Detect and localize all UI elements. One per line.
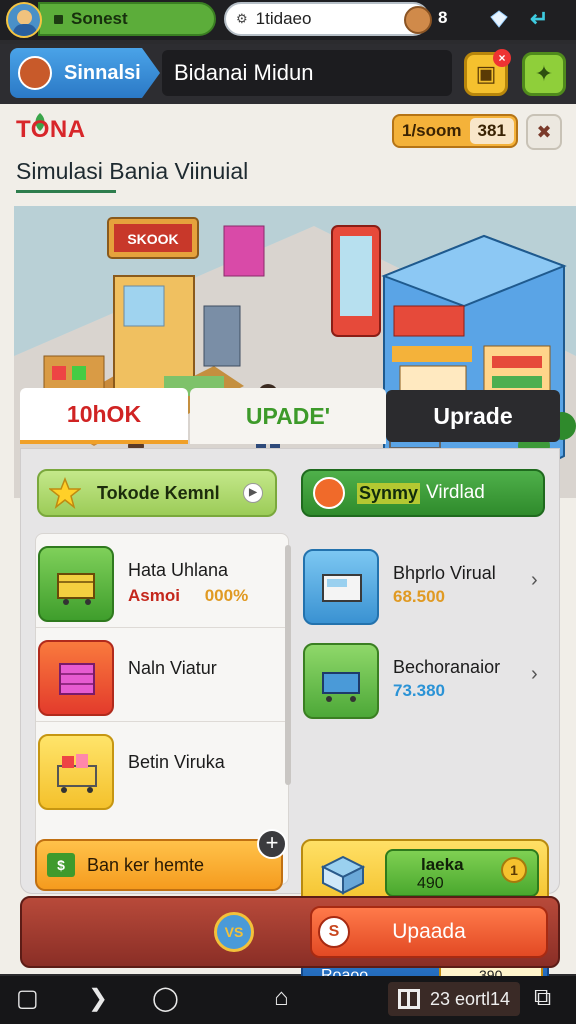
puzzle-button[interactable]: ✦ (522, 52, 566, 96)
coin-counter[interactable]: 1/soom 381 (392, 114, 518, 148)
chevron-right-icon: › (531, 663, 538, 685)
tool-icon (18, 56, 52, 90)
add-button[interactable]: + (257, 829, 287, 859)
cart-icon (57, 754, 97, 793)
upgrade-offer-inner[interactable]: laeka 490 1 (385, 849, 539, 897)
chevron-right-icon: › (531, 569, 538, 591)
avatar-body (13, 24, 37, 36)
diamond-icon[interactable] (490, 10, 508, 28)
left-item-list: Hata Uhlana Asmoi 000% Naln Viatur Betin… (35, 533, 289, 885)
title-underline (16, 190, 116, 193)
item-title: Bhprlo Virual (393, 563, 496, 583)
item-sub: Asmoi 000% (128, 586, 248, 606)
item-thumb (38, 546, 114, 622)
scrollbar[interactable] (285, 545, 291, 785)
briefcase-button[interactable]: ▣ × (464, 49, 511, 96)
main-panel: TONA 1/soom 381 ✖ Simulasi Bania Viinuia… (0, 104, 576, 993)
avatar-icon[interactable] (6, 2, 42, 38)
book-icon (398, 989, 420, 1009)
quick-button-right-highlight: Synmy (357, 482, 421, 504)
item-title: Naln Viatur (128, 658, 217, 678)
quick-button-left[interactable]: Tokode Kemnl ▶ (37, 469, 277, 517)
wrench-icon[interactable]: ✖ (526, 114, 562, 150)
register-icon (322, 574, 362, 602)
item-title: Betin Viruka (128, 752, 225, 772)
item-title: Bechoranaior (393, 657, 501, 677)
list-item[interactable]: Naln Viatur (36, 628, 288, 722)
quick-button-right-label: Virdlad (426, 482, 485, 503)
coin-value: 1/soom (402, 121, 462, 140)
list-item[interactable]: Bechoranaior 73.380 › (303, 635, 555, 729)
item-thumb (38, 640, 114, 716)
upgrade-button[interactable]: S Upaada (310, 906, 548, 958)
item-price: 68.500 (393, 587, 445, 606)
rocket-icon (313, 477, 345, 509)
shop-sign: SKOOK (127, 231, 178, 247)
item-sub-b: 000% (204, 586, 249, 605)
coin-secondary: 381 (477, 121, 506, 140)
upgrade-offer-title: laeka (421, 855, 464, 874)
item-thumb (303, 549, 379, 625)
status-tab-icon (54, 14, 63, 24)
time-box[interactable]: 23 eortl14 (388, 982, 520, 1016)
item-price: 73.380 (393, 681, 445, 700)
upgrade-offer-value: 490 (417, 875, 444, 892)
page-title: Simulasi Bania Viinuial (16, 158, 249, 184)
upgrade-button-label: Upaada (392, 920, 466, 943)
status-count: 8 (438, 8, 448, 27)
tab-bar: 10hOK UPADE' Uprade (20, 388, 560, 446)
cart-icon (322, 672, 360, 702)
star-icon (49, 477, 81, 509)
circle-icon[interactable]: ◯ (152, 984, 179, 1013)
list-item[interactable]: Bhprlo Virual 68.500 › (303, 541, 555, 635)
item-title: Hata Uhlana (128, 560, 229, 580)
status-bar: Sonest ⚙ 1tidaeo 8 ↵ (0, 0, 576, 40)
time-text: 23 eortl14 (430, 988, 511, 1009)
notification-badge: × (493, 49, 511, 67)
money-icon: $ (47, 853, 75, 877)
header-tab[interactable]: Sinnalsi (10, 48, 160, 98)
tab-stock[interactable]: 10hOK (20, 388, 188, 444)
avatar-head (17, 10, 32, 25)
puzzle-icon: ✦ (534, 61, 554, 86)
header: Sinnalsi Bidanai Midun ▣ × ✦ (0, 44, 576, 104)
left-action-button[interactable]: $ Ban ker hemte (35, 839, 283, 891)
header-title: Bidanai Midun (162, 50, 452, 96)
search-input[interactable]: ⚙ 1tidaeo (224, 2, 432, 36)
search-value: 1tidaeo (255, 9, 312, 28)
left-action-label: Ban ker hemte (87, 854, 205, 875)
vs-badge-icon[interactable]: VS (214, 912, 254, 952)
recents-icon[interactable]: ⧉ (534, 984, 551, 1012)
cart-icon (59, 663, 95, 695)
item-thumb (38, 734, 114, 810)
brand-name: TONA (16, 116, 86, 143)
tab-upgrade-green[interactable]: UPADE' (190, 388, 386, 444)
list-item[interactable]: Betin Viruka (36, 722, 288, 816)
square-icon[interactable]: ▢ (16, 984, 39, 1013)
content-card: Tokode Kemnl ▶ Synmy Virdlad Hata Uhlana (20, 448, 560, 993)
box-icon (320, 855, 366, 895)
list-item[interactable]: Hata Uhlana Asmoi 000% (36, 534, 288, 628)
header-tab-label: Sinnalsi (64, 61, 141, 84)
home-icon[interactable]: ⌂ (274, 984, 289, 1012)
item-sub-a: Asmoi (128, 586, 180, 605)
chevron-right-icon[interactable]: ❯ (88, 984, 108, 1013)
item-thumb (303, 643, 379, 719)
person-icon: ⚙ (236, 11, 248, 26)
profile-face-icon[interactable] (404, 6, 432, 34)
quick-button-left-label: Tokode Kemnl (97, 482, 220, 503)
cart-icon (57, 573, 95, 605)
header-title-text: Bidanai Midun (174, 60, 314, 85)
swirl-icon[interactable]: ↵ (530, 6, 558, 32)
status-tab[interactable]: Sonest (38, 2, 216, 36)
tab-upgrade-dark[interactable]: Uprade (386, 390, 560, 442)
play-icon: ▶ (243, 483, 263, 503)
status-tab-label: Sonest (71, 9, 128, 28)
coin-icon: S (318, 916, 350, 948)
coin-icon: 1 (501, 857, 527, 883)
brand-logo: TONA (16, 116, 86, 144)
system-nav-bar: ▢ ❯ ◯ ⌂ 23 eortl14 ⧉ (0, 976, 576, 1024)
quick-button-right[interactable]: Synmy Virdlad (301, 469, 545, 517)
action-bar: VS S Upaada (20, 896, 560, 968)
